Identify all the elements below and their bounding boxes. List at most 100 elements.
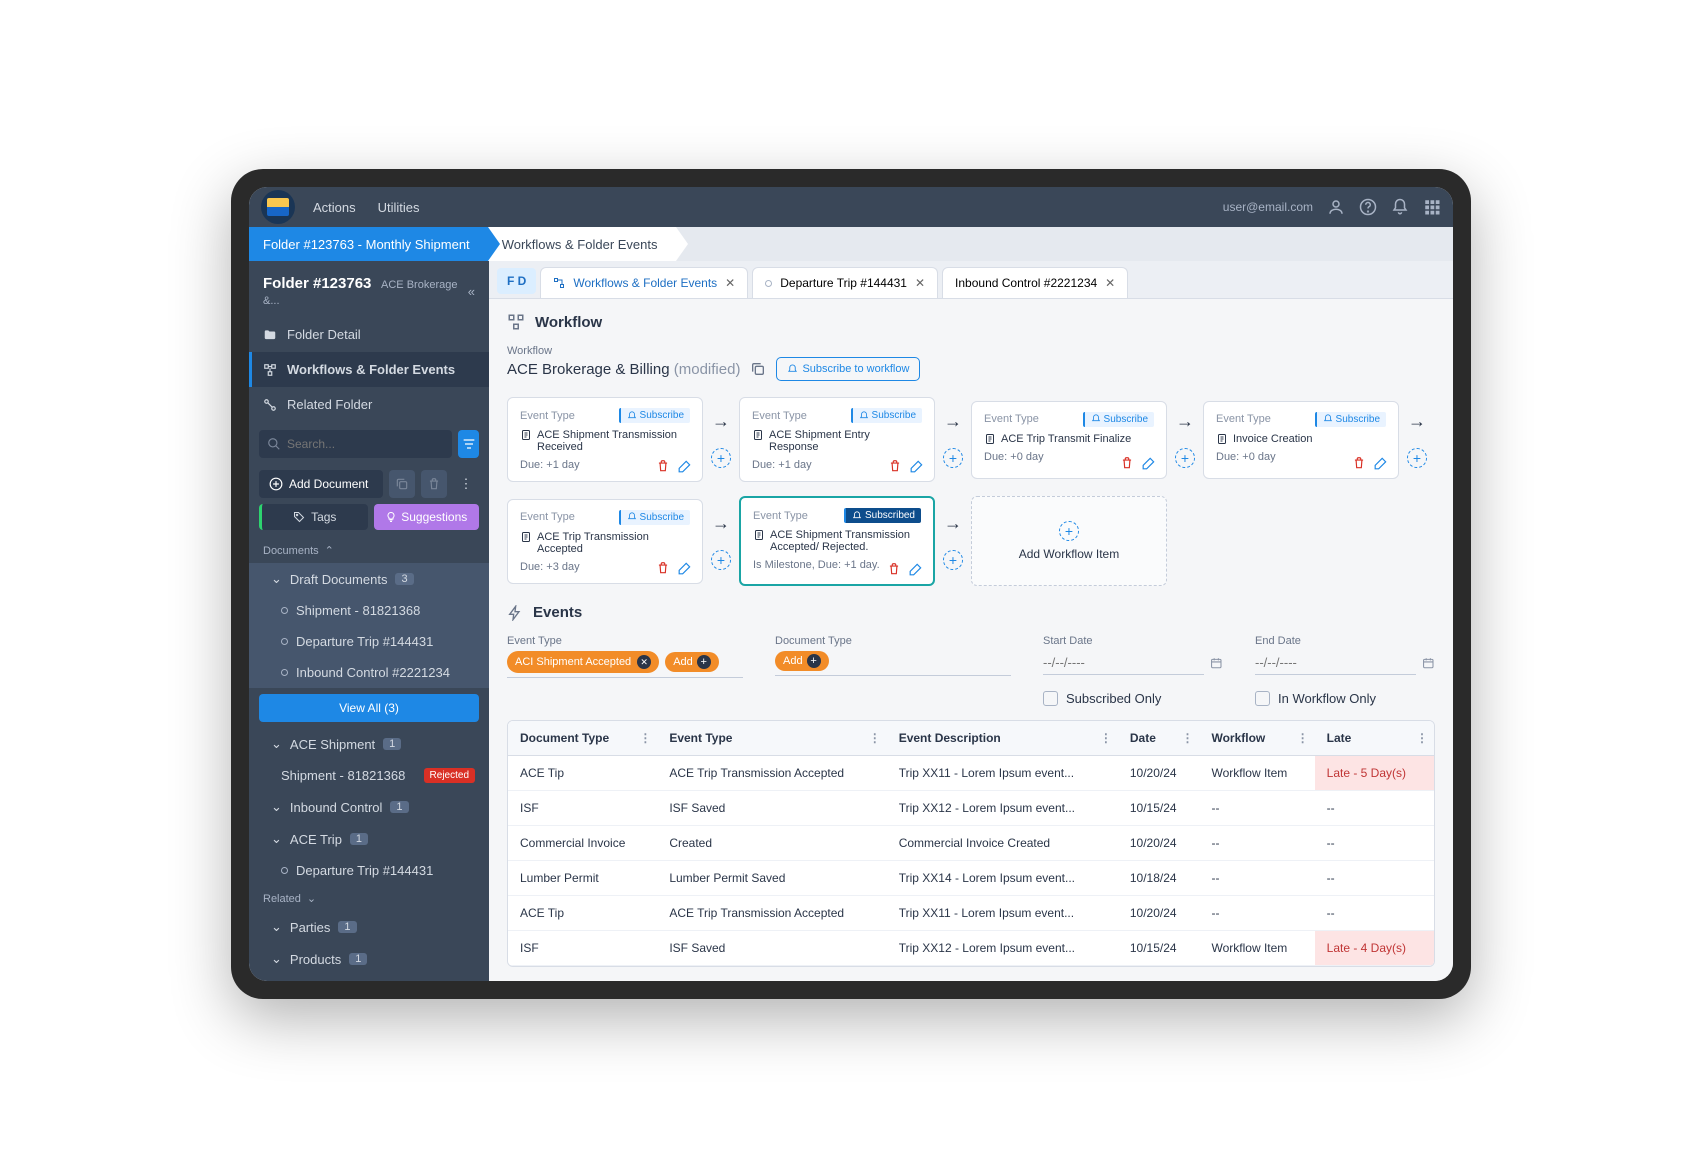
add-filter-button[interactable]: Add+ <box>665 652 719 672</box>
workflow-card[interactable]: Event TypeSubscribe ACE Trip Transmit Fi… <box>971 401 1167 479</box>
end-date-input[interactable] <box>1255 651 1416 675</box>
menu-actions[interactable]: Actions <box>313 200 356 215</box>
delete-icon[interactable] <box>656 459 670 473</box>
search-input[interactable] <box>259 430 452 458</box>
breadcrumb-folder[interactable]: Folder #123763 - Monthly Shipment <box>249 227 488 261</box>
remove-icon[interactable]: ✕ <box>637 655 651 669</box>
add-doc-filter-button[interactable]: Add+ <box>775 651 829 671</box>
table-row[interactable]: ISF ISF Saved Trip XX12 - Lorem Ipsum ev… <box>508 791 1434 826</box>
more-button[interactable]: ⋮ <box>453 470 479 498</box>
copy-button[interactable] <box>389 470 415 498</box>
table-row[interactable]: Lumber Permit Lumber Permit Saved Trip X… <box>508 861 1434 896</box>
col-header[interactable]: Late⋮ <box>1315 721 1434 756</box>
kebab-icon[interactable]: ⋮ <box>639 731 651 745</box>
delete-button[interactable] <box>421 470 447 498</box>
edit-icon[interactable] <box>909 562 923 576</box>
kebab-icon[interactable]: ⋮ <box>1100 731 1112 745</box>
edit-icon[interactable] <box>678 459 692 473</box>
workflow-card[interactable]: Event TypeSubscribe ACE Trip Transmissio… <box>507 499 703 584</box>
delete-icon[interactable] <box>1352 456 1366 470</box>
workflow-only-checkbox[interactable]: In Workflow Only <box>1255 691 1376 706</box>
close-icon[interactable]: ✕ <box>725 276 735 290</box>
apps-icon[interactable] <box>1423 198 1441 216</box>
add-between-button[interactable]: + <box>711 448 731 468</box>
kebab-icon[interactable]: ⋮ <box>1297 731 1309 745</box>
tab-inbound[interactable]: Inbound Control #2221234 ✕ <box>942 267 1128 298</box>
add-document-button[interactable]: Add Document <box>259 470 383 498</box>
edit-icon[interactable] <box>678 561 692 575</box>
add-between-button[interactable]: + <box>943 550 963 570</box>
nav-related[interactable]: Related Folder <box>249 387 489 422</box>
documents-section[interactable]: Documents⌃ <box>249 538 489 563</box>
add-between-button[interactable]: + <box>711 550 731 570</box>
ace-trip-group[interactable]: ⌄ ACE Trip 1 <box>249 823 489 855</box>
doc-item-ace-shipment[interactable]: Shipment - 81821368 Rejected <box>249 760 489 791</box>
nav-workflows[interactable]: Workflows & Folder Events <box>249 352 489 387</box>
kebab-icon[interactable]: ⋮ <box>869 731 881 745</box>
start-date-input[interactable] <box>1043 651 1204 675</box>
copy-icon[interactable] <box>750 361 766 377</box>
workflow-card[interactable]: Event TypeSubscribe ACE Shipment Entry R… <box>739 397 935 482</box>
col-header[interactable]: Date⋮ <box>1118 721 1200 756</box>
subscribe-button[interactable]: Subscribe <box>619 408 690 423</box>
close-icon[interactable]: ✕ <box>1105 276 1115 290</box>
table-row[interactable]: ACE Tip ACE Trip Transmission Accepted T… <box>508 756 1434 791</box>
attachments-section[interactable]: Attachments⌃ <box>249 975 489 981</box>
add-between-button[interactable]: + <box>1175 448 1195 468</box>
add-workflow-item[interactable]: +Add Workflow Item <box>971 496 1167 586</box>
inbound-control-group[interactable]: ⌄ Inbound Control 1 <box>249 791 489 823</box>
related-section[interactable]: Related⌄ <box>249 886 489 911</box>
tab-fd[interactable]: F D <box>497 268 536 294</box>
delete-icon[interactable] <box>656 561 670 575</box>
table-row[interactable]: ISF ISF Saved Trip XX12 - Lorem Ipsum ev… <box>508 931 1434 966</box>
close-icon[interactable]: ✕ <box>915 276 925 290</box>
subscribe-button[interactable]: Subscribe <box>851 408 922 423</box>
col-header[interactable]: Event Type⋮ <box>657 721 886 756</box>
edit-icon[interactable] <box>910 459 924 473</box>
col-header[interactable]: Event Description⋮ <box>887 721 1118 756</box>
subscribe-button[interactable]: Subscribe <box>619 510 690 525</box>
draft-documents-group[interactable]: ⌄ Draft Documents 3 <box>249 563 489 595</box>
breadcrumb-current[interactable]: Workflows & Folder Events <box>488 227 676 261</box>
subscribed-button[interactable]: Subscribed <box>844 508 921 523</box>
subscribe-button[interactable]: Subscribe <box>1315 412 1386 427</box>
ace-shipment-group[interactable]: ⌄ ACE Shipment 1 <box>249 728 489 760</box>
user-icon[interactable] <box>1327 198 1345 216</box>
help-icon[interactable] <box>1359 198 1377 216</box>
calendar-icon[interactable] <box>1422 656 1435 670</box>
edit-icon[interactable] <box>1374 456 1388 470</box>
tab-workflows[interactable]: Workflows & Folder Events ✕ <box>540 267 748 298</box>
doc-item-departure-trip[interactable]: Departure Trip #144431 <box>249 855 489 886</box>
delete-icon[interactable] <box>1120 456 1134 470</box>
bell-icon[interactable] <box>1391 198 1409 216</box>
kebab-icon[interactable]: ⋮ <box>1181 731 1193 745</box>
delete-icon[interactable] <box>888 459 902 473</box>
calendar-icon[interactable] <box>1210 656 1223 670</box>
workflow-card[interactable]: Event TypeSubscribe Invoice Creation Due… <box>1203 401 1399 479</box>
kebab-icon[interactable]: ⋮ <box>1416 731 1428 745</box>
view-all-button[interactable]: View All (3) <box>259 694 479 722</box>
filter-chip[interactable]: ACI Shipment Accepted✕ <box>507 651 659 673</box>
parties-group[interactable]: ⌄ Parties 1 <box>249 911 489 943</box>
filter-button[interactable] <box>458 430 479 458</box>
table-row[interactable]: ACE Tip ACE Trip Transmission Accepted T… <box>508 896 1434 931</box>
table-row[interactable]: Commercial Invoice Created Commercial In… <box>508 826 1434 861</box>
suggestions-button[interactable]: Suggestions <box>374 504 480 530</box>
subscribe-workflow-button[interactable]: Subscribe to workflow <box>776 357 920 381</box>
subscribed-only-checkbox[interactable]: Subscribed Only <box>1043 691 1161 706</box>
collapse-icon[interactable]: « <box>468 284 475 299</box>
doc-item-inbound[interactable]: Inbound Control #2221234 <box>249 657 489 688</box>
add-between-button[interactable]: + <box>1407 448 1427 468</box>
subscribe-button[interactable]: Subscribe <box>1083 412 1154 427</box>
doc-item-shipment[interactable]: Shipment - 81821368 <box>249 595 489 626</box>
nav-folder-detail[interactable]: Folder Detail <box>249 317 489 352</box>
delete-icon[interactable] <box>887 562 901 576</box>
edit-icon[interactable] <box>1142 456 1156 470</box>
add-between-button[interactable]: + <box>943 448 963 468</box>
tab-departure[interactable]: Departure Trip #144431 ✕ <box>752 267 938 298</box>
tags-button[interactable]: Tags <box>259 504 368 530</box>
products-group[interactable]: ⌄ Products 1 <box>249 943 489 975</box>
workflow-card[interactable]: Event TypeSubscribed ACE Shipment Transm… <box>739 496 935 586</box>
col-header[interactable]: Document Type⋮ <box>508 721 657 756</box>
doc-item-departure[interactable]: Departure Trip #144431 <box>249 626 489 657</box>
